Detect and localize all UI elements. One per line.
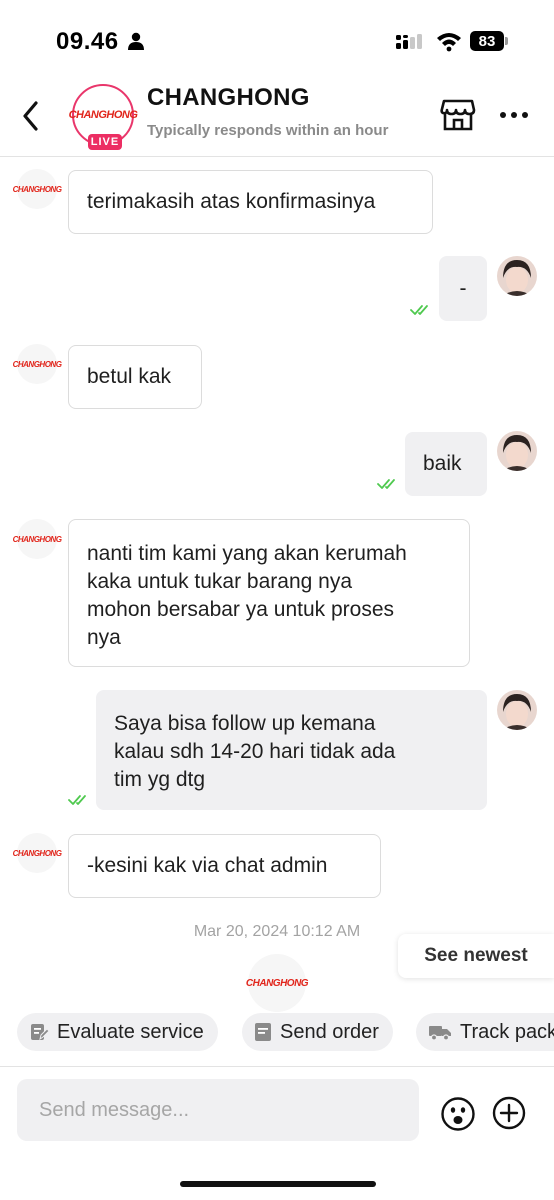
battery-indicator: 83: [470, 31, 504, 51]
message-line: mohon bersabar ya untuk proses: [87, 598, 395, 621]
battery-nub: [505, 37, 508, 45]
track-package-chip[interactable]: Track pack: [416, 1013, 554, 1051]
live-badge: LIVE: [88, 134, 122, 150]
chip-label: Evaluate service: [57, 1020, 204, 1043]
shop-message-avatar: CHANGHONG: [13, 344, 62, 384]
incoming-message-bubble[interactable]: betul kak: [68, 345, 202, 409]
status-time: 09.46: [56, 28, 119, 55]
message-text: -kesini kak via chat admin: [87, 854, 328, 877]
message-text: betul kak: [87, 365, 172, 388]
send-order-chip[interactable]: Send order: [242, 1013, 393, 1051]
shop-message-avatar: CHANGHONG: [13, 519, 62, 559]
message-line: kaka untuk tukar barang nya: [87, 570, 353, 593]
see-newest-button[interactable]: See newest: [398, 934, 554, 978]
read-check-icon: [377, 479, 395, 489]
shop-logo-text: CHANGHONG: [68, 109, 138, 121]
wifi-icon: [437, 33, 461, 52]
store-icon[interactable]: [440, 98, 476, 132]
more-options-icon[interactable]: [497, 104, 531, 126]
user-avatar: [497, 256, 537, 296]
message-text: terimakasih atas konfirmasinya: [87, 190, 376, 213]
signal-icon: [396, 34, 422, 49]
message-line: Saya bisa follow up kemana: [114, 712, 376, 735]
outgoing-message-bubble[interactable]: baik: [405, 432, 487, 496]
emoji-icon[interactable]: [440, 1096, 476, 1132]
chip-label: Track pack: [460, 1020, 554, 1043]
evaluate-service-chip[interactable]: Evaluate service: [17, 1013, 218, 1051]
shop-avatar-logo: CHANGHONG: [12, 534, 62, 544]
incoming-message-bubble[interactable]: terimakasih atas konfirmasinya: [68, 170, 433, 234]
message-text: -: [459, 276, 467, 300]
message-input[interactable]: [17, 1079, 419, 1141]
message-line: tim yg dtg: [114, 768, 206, 791]
shop-avatar-logo: CHANGHONG: [12, 848, 62, 858]
composer-divider: [0, 1066, 554, 1067]
order-list-icon: [255, 1023, 271, 1041]
shop-message-avatar: CHANGHONG: [13, 833, 62, 873]
shop-name[interactable]: CHANGHONG: [147, 84, 310, 112]
user-avatar: [497, 690, 537, 730]
shop-avatar-logo: CHANGHONG: [245, 977, 309, 989]
outgoing-message-bubble[interactable]: Saya bisa follow up kemana kalau sdh 14-…: [96, 690, 487, 810]
edit-note-icon: [31, 1024, 49, 1041]
message-line: nanti tim kami yang akan kerumah: [87, 542, 407, 565]
back-arrow-icon[interactable]: [16, 98, 48, 134]
header-divider: [0, 156, 554, 157]
message-line: kalau sdh 14-20 hari tidak ada: [114, 740, 396, 763]
incoming-message-bubble[interactable]: nanti tim kami yang akan kerumah kaka un…: [68, 519, 470, 667]
message-text: baik: [423, 452, 462, 475]
outgoing-message-bubble[interactable]: -: [439, 256, 487, 321]
shop-message-avatar: CHANGHONG: [13, 169, 62, 209]
shop-avatar-logo: CHANGHONG: [12, 359, 62, 369]
response-time-subtitle: Typically responds within an hour: [147, 122, 389, 139]
delivery-truck-icon: [429, 1026, 451, 1041]
read-check-icon: [68, 795, 86, 805]
message-line: nya: [87, 626, 121, 649]
shop-avatar-logo: CHANGHONG: [12, 184, 62, 194]
add-attachment-icon[interactable]: [492, 1096, 526, 1130]
user-avatar: [497, 431, 537, 471]
home-indicator: [180, 1181, 376, 1187]
chip-label: Send order: [280, 1020, 379, 1043]
incoming-message-bubble[interactable]: -kesini kak via chat admin: [68, 834, 381, 898]
person-icon: [128, 32, 144, 50]
shop-typing-avatar: CHANGHONG: [245, 954, 309, 1012]
read-check-icon: [410, 305, 428, 315]
